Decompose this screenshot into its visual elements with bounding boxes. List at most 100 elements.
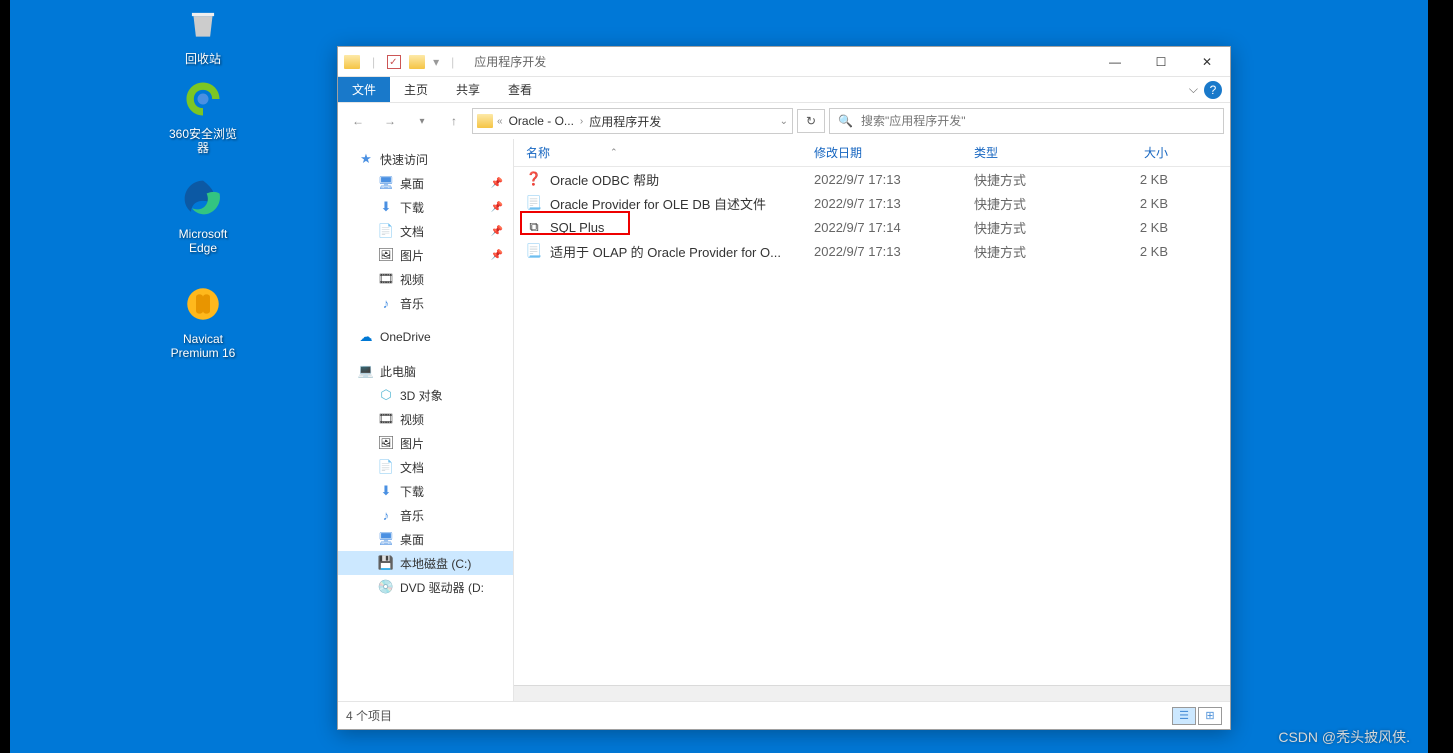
minimize-button[interactable]: — — [1092, 47, 1138, 77]
tab-home[interactable]: 主页 — [390, 77, 442, 102]
sidebar-label: 3D 对象 — [400, 387, 443, 404]
pin-icon: 📌 — [491, 226, 503, 237]
explorer-window: | ▾ | 应用程序开发 — ☐ ✕ 文件 主页 共享 查看 ⌵ ? — [337, 46, 1231, 730]
sidebar-pictures[interactable]: 🖼 图片 📌 — [338, 243, 513, 267]
file-row[interactable]: ❓ Oracle ODBC 帮助 2022/9/7 17:13 快捷方式 2 K… — [514, 167, 1230, 191]
column-headers: 名称 ⌃ 修改日期 类型 大小 — [514, 139, 1230, 167]
desktop-icon-navicat[interactable]: Navicat Premium 16 — [163, 280, 243, 360]
chevron-icon[interactable]: › — [580, 116, 583, 127]
window-controls: — ☐ ✕ — [1092, 47, 1230, 77]
column-header-date[interactable]: 修改日期 — [814, 144, 974, 161]
sidebar-label: 本地磁盘 (C:) — [400, 555, 471, 572]
desktop-icon-recycle-bin[interactable]: 回收站 — [163, 0, 243, 66]
column-header-name[interactable]: 名称 ⌃ — [514, 144, 814, 161]
file-name: SQL Plus — [550, 220, 604, 235]
file-type: 快捷方式 — [974, 170, 1108, 189]
search-input[interactable] — [861, 114, 1215, 128]
file-date: 2022/9/7 17:13 — [814, 172, 974, 187]
desktop-icon-edge[interactable]: Microsoft Edge — [163, 175, 243, 255]
star-icon: ★ — [358, 151, 374, 167]
desktop[interactable]: 回收站 360安全浏览器 Microsoft Edge Navicat Prem… — [10, 0, 1428, 753]
sidebar-label: DVD 驱动器 (D: — [400, 579, 484, 596]
breadcrumb-item[interactable]: Oracle - O... — [507, 114, 576, 128]
sidebar-downloads[interactable]: ⬇ 下载 📌 — [338, 195, 513, 219]
sidebar-videos[interactable]: 🎞 视频 — [338, 267, 513, 291]
pin-icon: 📌 — [491, 202, 503, 213]
sidebar-label: 此电脑 — [380, 363, 416, 380]
sidebar-onedrive[interactable]: ☁ OneDrive — [338, 325, 513, 349]
sidebar-label: 音乐 — [400, 507, 424, 524]
video-icon: 🎞 — [378, 271, 394, 287]
ribbon-tabs: 文件 主页 共享 查看 ⌵ ? — [338, 77, 1230, 103]
divider: | — [451, 55, 454, 69]
sidebar-label: 图片 — [400, 435, 424, 452]
horizontal-scrollbar[interactable] — [514, 685, 1230, 701]
sidebar-documents[interactable]: 📄 文档 📌 — [338, 219, 513, 243]
file-row[interactable]: 📃 适用于 OLAP 的 Oracle Provider for O... 20… — [514, 239, 1230, 263]
breadcrumb-item[interactable]: 应用程序开发 — [587, 113, 663, 130]
sidebar[interactable]: ★ 快速访问 🖥 桌面 📌 ⬇ 下载 📌 📄 文档 📌 — [338, 139, 514, 701]
help-icon[interactable]: ? — [1204, 81, 1222, 99]
view-details-icon[interactable]: ☰ — [1172, 707, 1196, 725]
close-button[interactable]: ✕ — [1184, 47, 1230, 77]
tab-view[interactable]: 查看 — [494, 77, 546, 102]
sidebar-videos-pc[interactable]: 🎞 视频 — [338, 407, 513, 431]
checkmark-icon[interactable] — [387, 55, 401, 69]
chevron-icon[interactable]: « — [497, 116, 503, 127]
music-icon: ♪ — [378, 295, 394, 311]
sidebar-desktop[interactable]: 🖥 桌面 📌 — [338, 171, 513, 195]
sidebar-quick-access[interactable]: ★ 快速访问 — [338, 147, 513, 171]
refresh-button[interactable]: ↻ — [797, 109, 825, 133]
desktop-icon-360-browser[interactable]: 360安全浏览器 — [163, 75, 243, 155]
search-box[interactable]: 🔍 — [829, 108, 1224, 134]
expand-ribbon-icon[interactable]: ⌵ — [1189, 82, 1198, 97]
nav-up-button[interactable]: ↑ — [440, 107, 468, 135]
item-count: 4 个项目 — [346, 707, 392, 724]
cloud-icon: ☁ — [358, 329, 374, 345]
sidebar-dvd-drive[interactable]: 💿 DVD 驱动器 (D: — [338, 575, 513, 599]
sidebar-local-disk[interactable]: 💾 本地磁盘 (C:) — [338, 551, 513, 575]
dropdown-icon[interactable]: ▾ — [433, 55, 439, 69]
file-row[interactable]: 📃 Oracle Provider for OLE DB 自述文件 2022/9… — [514, 191, 1230, 215]
title-bar[interactable]: | ▾ | 应用程序开发 — ☐ ✕ — [338, 47, 1230, 77]
sidebar-3d-objects[interactable]: ⬡ 3D 对象 — [338, 383, 513, 407]
sort-arrow-icon: ⌃ — [610, 147, 618, 158]
view-icons-icon[interactable]: ⊞ — [1198, 707, 1222, 725]
folder-icon — [477, 114, 493, 128]
sidebar-label: 桌面 — [400, 175, 424, 192]
window-title: 应用程序开发 — [474, 53, 546, 70]
sidebar-downloads-pc[interactable]: ⬇ 下载 — [338, 479, 513, 503]
sidebar-desktop-pc[interactable]: 🖥 桌面 — [338, 527, 513, 551]
address-dropdown-icon[interactable]: ⌄ — [780, 116, 788, 127]
file-date: 2022/9/7 17:13 — [814, 196, 974, 211]
sidebar-documents-pc[interactable]: 📄 文档 — [338, 455, 513, 479]
document-icon: 📄 — [378, 223, 394, 239]
sidebar-music-pc[interactable]: ♪ 音乐 — [338, 503, 513, 527]
download-icon: ⬇ — [378, 199, 394, 215]
maximize-button[interactable]: ☐ — [1138, 47, 1184, 77]
status-bar: 4 个项目 ☰ ⊞ — [338, 701, 1230, 729]
desktop-icon: 🖥 — [378, 175, 394, 191]
nav-back-button[interactable]: ← — [344, 107, 372, 135]
file-row[interactable]: ⧉ SQL Plus 2022/9/7 17:14 快捷方式 2 KB — [514, 215, 1230, 239]
sidebar-pictures-pc[interactable]: 🖼 图片 — [338, 431, 513, 455]
sidebar-this-pc[interactable]: 💻 此电脑 — [338, 359, 513, 383]
file-type: 快捷方式 — [974, 218, 1108, 237]
folder-icon — [409, 55, 425, 69]
tab-share[interactable]: 共享 — [442, 77, 494, 102]
column-header-size[interactable]: 大小 — [1108, 144, 1188, 161]
desktop-icon: 🖥 — [378, 531, 394, 547]
address-bar-row: ← → ▾ ↑ « Oracle - O... › 应用程序开发 ⌄ ↻ 🔍 — [338, 103, 1230, 139]
picture-icon: 🖼 — [378, 435, 394, 451]
tab-file[interactable]: 文件 — [338, 77, 390, 102]
file-list[interactable]: 名称 ⌃ 修改日期 类型 大小 ❓ Oracle ODBC 帮助 2022/9/… — [514, 139, 1230, 701]
sidebar-music[interactable]: ♪ 音乐 — [338, 291, 513, 315]
nav-forward-button[interactable]: → — [376, 107, 404, 135]
column-header-type[interactable]: 类型 — [974, 144, 1108, 161]
disk-icon: 💾 — [378, 555, 394, 571]
divider: | — [372, 55, 375, 69]
dvd-icon: 💿 — [378, 579, 394, 595]
nav-history-button[interactable]: ▾ — [408, 107, 436, 135]
desktop-icon-label: 回收站 — [163, 52, 243, 66]
address-bar[interactable]: « Oracle - O... › 应用程序开发 ⌄ — [472, 108, 793, 134]
